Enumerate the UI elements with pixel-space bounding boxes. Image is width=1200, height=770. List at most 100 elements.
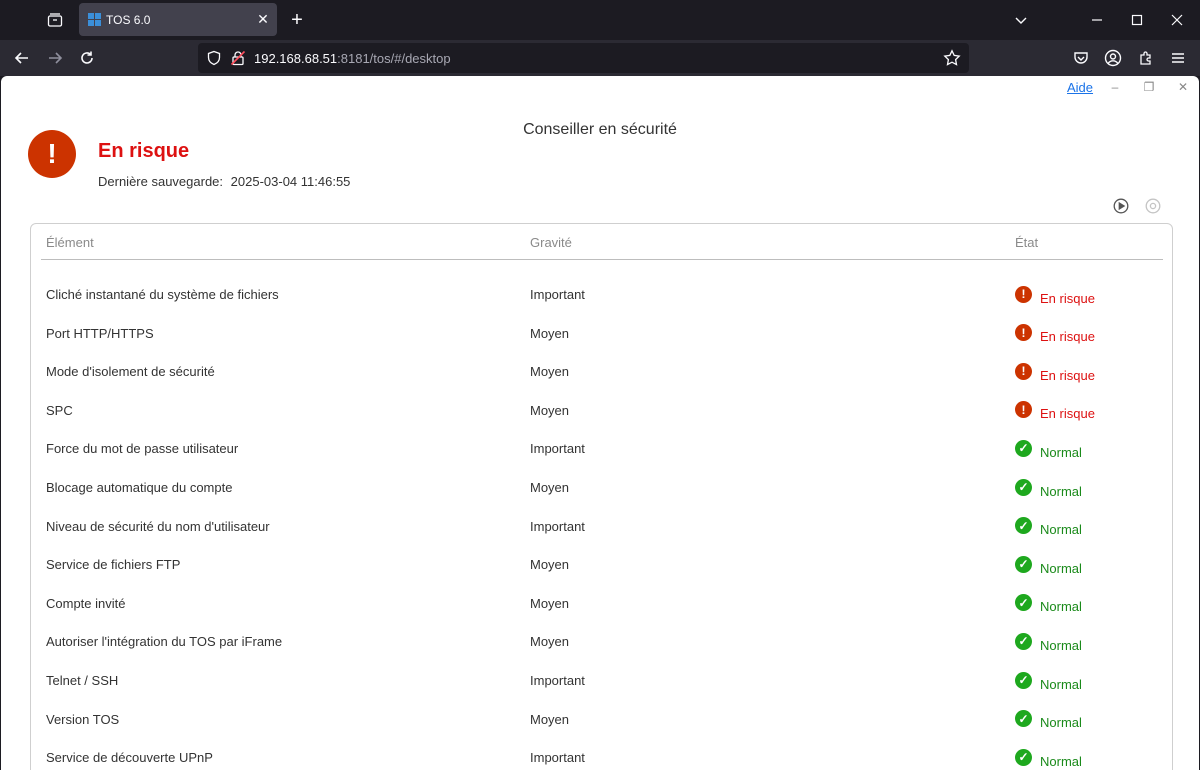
url-path: :8181/tos/#/desktop: [337, 51, 451, 66]
cell-state: ✓ Normal: [1015, 439, 1082, 460]
cell-state: ! En risque: [1015, 401, 1095, 422]
cell-element: Telnet / SSH: [46, 673, 119, 688]
risk-status-icon: !: [1015, 401, 1032, 419]
status-text: Normal: [1040, 560, 1082, 576]
cell-state: ! En risque: [1015, 362, 1095, 383]
last-save-info: Dernière sauvegarde: 2025-03-04 11:46:55: [98, 174, 350, 189]
header-severity[interactable]: Gravité: [530, 235, 572, 250]
menu-hamburger-icon[interactable]: [1168, 48, 1188, 68]
cell-element: Compte invité: [46, 595, 126, 611]
table-row[interactable]: Blocage automatique du compte Moyen ✓ Norma…: [41, 470, 1163, 508]
cell-severity: Moyen: [530, 634, 570, 650]
status-text: Normal: [1040, 715, 1082, 731]
status-text: Normal: [1040, 676, 1082, 692]
account-icon[interactable]: [1103, 48, 1123, 68]
cell-element: Mode d'isolement de sécurité: [46, 364, 215, 380]
overall-status-title: En risque: [98, 140, 190, 162]
settings-gear-icon[interactable]: [1144, 197, 1162, 215]
cell-severity: Moyen: [530, 711, 570, 727]
cell-element: Port HTTP/HTTPS: [46, 325, 154, 341]
window-minimize-icon[interactable]: [1085, 8, 1109, 32]
status-text: Normal: [1040, 522, 1082, 538]
tab-list-chevron-icon[interactable]: [1009, 8, 1033, 32]
table-row[interactable]: Compte invité Moyen ✓ Normal: [41, 586, 1163, 624]
cell-element: Service de découverte UPnP: [46, 750, 213, 766]
tab-overview-icon[interactable]: [44, 9, 66, 31]
cell-element: Autoriser l'intégration du TOS par iFram…: [46, 634, 283, 650]
cell-element: Version TOS: [46, 711, 120, 727]
table-row[interactable]: Cliché instantané du système de fichiers…: [41, 277, 1163, 315]
security-advisor-window: Aide – ❐ ✕ Conseiller en sécurité ! En r…: [1, 76, 1199, 770]
cell-element: SPC: [46, 402, 73, 418]
app-restore-icon[interactable]: ❐: [1142, 80, 1156, 94]
header-state[interactable]: État: [1015, 235, 1038, 250]
check-status-icon: ✓: [1015, 594, 1032, 612]
back-arrow-icon[interactable]: [12, 48, 32, 68]
table-row[interactable]: SPC Moyen! En risque: [41, 393, 1163, 431]
table-row[interactable]: Service de découverte UPnP Important ✓ Norm…: [41, 740, 1163, 770]
cell-severity: Important: [530, 518, 585, 534]
check-status-icon: ✓: [1015, 517, 1032, 535]
cell-element: Force du mot de passe utilisateur: [46, 441, 239, 457]
forward-arrow-icon[interactable]: [45, 48, 65, 68]
cell-state: ✓ Normal: [1015, 517, 1082, 538]
browser-nav-bar: 192.168.68.51:8181/tos/#/desktop: [0, 40, 1200, 76]
cell-state: ✓ Normal: [1015, 671, 1082, 692]
cell-severity: Moyen: [530, 557, 570, 573]
window-close-icon[interactable]: [1165, 8, 1189, 32]
insecure-lock-icon[interactable]: [230, 50, 246, 66]
cell-element: Service de fichiers FTP: [46, 557, 181, 573]
cell-state: ✓ Normal: [1015, 748, 1082, 769]
new-tab-button[interactable]: +: [286, 9, 308, 31]
table-row[interactable]: Niveau de sécurité du nom d'utilisateur I…: [41, 509, 1163, 547]
table-row[interactable]: Version TOS Moyen ✓ Normal: [41, 702, 1163, 740]
pocket-icon[interactable]: [1071, 48, 1091, 68]
cell-severity: Important: [530, 287, 585, 302]
url-bar[interactable]: 192.168.68.51:8181/tos/#/desktop: [198, 43, 969, 73]
cell-severity: Important: [530, 673, 585, 688]
table-row[interactable]: Telnet / SSH Important ✓ Normal: [41, 663, 1163, 701]
browser-tab-bar: TOS 6.0 ✕ +: [0, 0, 1200, 40]
cell-severity: Moyen: [530, 364, 570, 380]
cell-state: ✓ Normal: [1015, 632, 1082, 653]
cell-state: ! En risque: [1015, 285, 1095, 306]
cell-state: ! En risque: [1015, 324, 1095, 345]
last-save-value: 2025-03-04 11:46:55: [230, 174, 351, 189]
risk-status-icon: !: [1015, 324, 1032, 342]
cell-state: ✓ Normal: [1015, 478, 1082, 499]
scan-play-icon[interactable]: [1112, 197, 1130, 215]
url-text[interactable]: 192.168.68.51:8181/tos/#/desktop: [254, 51, 451, 66]
check-status-icon: ✓: [1015, 632, 1032, 650]
table-row[interactable]: Autoriser l'intégration du TOS par iFram…: [41, 624, 1163, 662]
table-row[interactable]: Force du mot de passe utilisateur Importa…: [41, 431, 1163, 469]
help-link[interactable]: Aide: [1067, 80, 1093, 95]
status-text: En risque: [1040, 406, 1095, 422]
table-row[interactable]: Port HTTP/HTTPS Moyen! En risque: [41, 316, 1163, 354]
reload-icon[interactable]: [77, 48, 97, 68]
extensions-icon[interactable]: [1136, 48, 1156, 68]
tab-close-icon[interactable]: ✕: [255, 11, 271, 27]
table-row[interactable]: Mode d'isolement de sécurité Moyen ! En ris…: [41, 354, 1163, 392]
header-element[interactable]: Élément: [46, 235, 94, 250]
app-close-icon[interactable]: ✕: [1176, 80, 1190, 94]
risk-status-icon: !: [1015, 285, 1032, 303]
window-maximize-icon[interactable]: [1125, 8, 1149, 32]
tab-title: TOS 6.0: [106, 13, 151, 27]
status-text: Normal: [1040, 599, 1082, 615]
cell-element: Niveau de sécurité du nom d'utilisateur: [46, 518, 270, 534]
browser-tab[interactable]: TOS 6.0 ✕: [79, 3, 277, 36]
cell-severity: Moyen: [530, 595, 570, 611]
page-title: Conseiller en sécurité: [523, 121, 677, 138]
check-status-icon: ✓: [1015, 478, 1032, 496]
status-text: En risque: [1040, 290, 1095, 306]
cell-element: Cliché instantané du système de fichiers: [46, 287, 279, 302]
tracking-shield-icon[interactable]: [206, 50, 222, 66]
check-status-icon: ✓: [1015, 439, 1032, 457]
table-row[interactable]: Service de fichiers FTP Moyen ✓ Normal: [41, 547, 1163, 585]
tos-favicon-icon: [88, 13, 101, 26]
app-minimize-icon[interactable]: –: [1108, 80, 1122, 94]
bookmark-star-icon[interactable]: [943, 49, 961, 67]
check-status-icon: ✓: [1015, 710, 1032, 728]
check-status-icon: ✓: [1015, 555, 1032, 573]
cell-severity: Important: [530, 750, 585, 766]
